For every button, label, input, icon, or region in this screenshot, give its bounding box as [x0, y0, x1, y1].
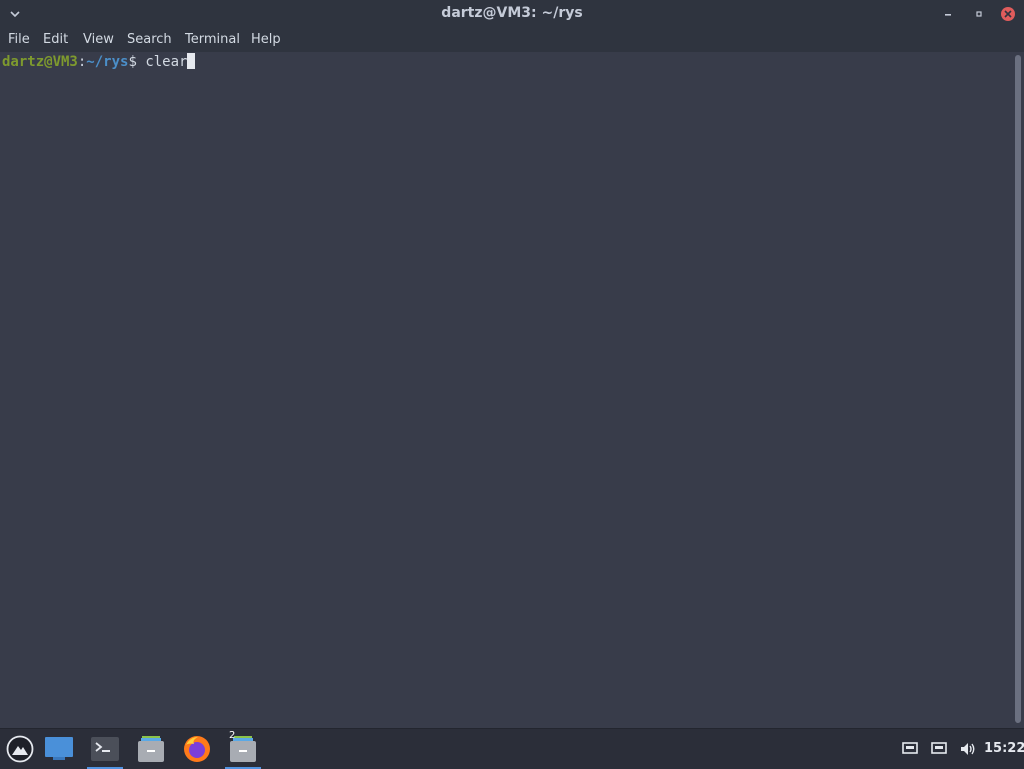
volume-icon[interactable] — [958, 739, 978, 759]
text-cursor — [187, 53, 196, 69]
firefox-icon[interactable] — [177, 729, 217, 769]
menu-terminal[interactable]: Terminal — [185, 32, 240, 47]
scrollbar-thumb[interactable] — [1015, 55, 1021, 723]
app-menu-icon[interactable] — [0, 729, 40, 769]
desktop-icon[interactable] — [39, 729, 79, 769]
menu-help[interactable]: Help — [251, 32, 281, 47]
menu-file[interactable]: File — [8, 32, 30, 47]
title-bar[interactable]: dartz@VM3: ~/rys — [0, 0, 1024, 28]
network-wired-icon[interactable] — [929, 739, 949, 759]
command-text: clear — [136, 54, 188, 70]
terminal-window: dartz@VM3: ~/rys File Edit View Search T… — [0, 0, 1024, 728]
prompt-line: dartz@VM3:~/rys$ clear — [2, 53, 196, 71]
menu-bar: File Edit View Search Terminal Help — [0, 28, 1024, 52]
minimize-icon[interactable] — [940, 6, 956, 22]
window-count-badge: 2 — [229, 730, 236, 741]
maximize-icon[interactable] — [971, 6, 987, 22]
terminal-area[interactable]: dartz@VM3:~/rys$ clear — [0, 52, 1012, 728]
prompt-path: ~/rys — [86, 54, 129, 70]
terminal-icon[interactable] — [85, 729, 125, 769]
close-icon[interactable] — [1000, 6, 1016, 22]
taskbar: 2 15:22 — [0, 728, 1024, 769]
prompt-dollar: $ — [128, 54, 137, 70]
network-icon[interactable] — [900, 739, 920, 759]
menu-edit[interactable]: Edit — [43, 32, 68, 47]
file-manager-group-icon[interactable]: 2 — [223, 729, 263, 769]
menu-search[interactable]: Search — [127, 32, 172, 47]
prompt-user-host: dartz@VM3 — [2, 54, 78, 70]
clock[interactable]: 15:22 — [984, 741, 1024, 756]
menu-view[interactable]: View — [83, 32, 114, 47]
window-title: dartz@VM3: ~/rys — [441, 5, 583, 21]
file-manager-icon[interactable] — [131, 729, 171, 769]
scrollbar[interactable] — [1012, 52, 1024, 728]
